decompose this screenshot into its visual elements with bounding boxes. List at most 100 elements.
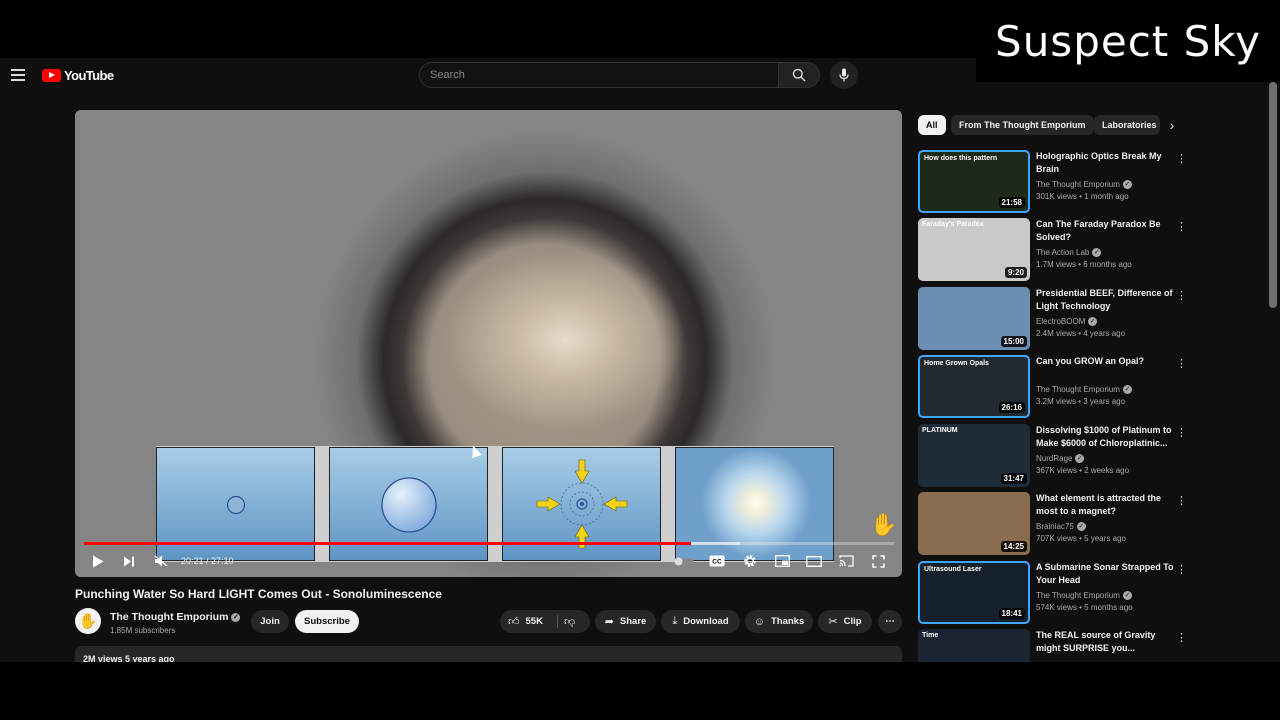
more-options-icon[interactable]: ⋮ <box>1176 220 1187 234</box>
more-options-icon[interactable]: ⋮ <box>1176 152 1187 166</box>
thanks-button[interactable]: ☺ Thanks <box>745 610 813 633</box>
scrollbar[interactable] <box>1269 82 1277 308</box>
verified-badge-icon: ✓ <box>1122 385 1132 395</box>
play-button[interactable] <box>89 550 107 572</box>
related-video-channel[interactable]: Brainiac75 ✓ <box>1036 522 1086 532</box>
next-button[interactable] <box>120 550 138 572</box>
thumbnail-caption: Ultrasound Laser <box>924 566 982 573</box>
channel-name: The Thought Emporium <box>1036 591 1120 600</box>
mute-button[interactable] <box>152 550 170 572</box>
scissors-icon: ✂ <box>828 616 838 628</box>
related-video-item[interactable]: 15:00 Presidential BEEF, Difference of Li… <box>918 287 1188 351</box>
related-video-item[interactable]: Home Grown Opals 26:16 Can you GROW an Opa… <box>918 355 1188 419</box>
chip-all[interactable]: All <box>918 115 946 135</box>
duration-badge: 31:47 <box>1000 473 1027 484</box>
progress-bar[interactable] <box>84 542 894 545</box>
share-button[interactable]: ➦ Share <box>595 610 656 633</box>
top-bar: YouTube <box>0 58 976 92</box>
related-video-channel[interactable]: The Thought Emporium ✓ <box>1036 385 1132 395</box>
miniplayer-button[interactable] <box>773 550 791 572</box>
thumbs-down-icon[interactable]: 👎︎ <box>564 615 575 628</box>
fullscreen-button[interactable] <box>869 550 887 572</box>
more-icon: ⋯ <box>885 616 895 627</box>
like-dislike-group: 👍︎ 55K 👎︎ <box>500 610 590 633</box>
share-label: Share <box>619 616 647 627</box>
more-options-icon[interactable]: ⋮ <box>1176 494 1187 508</box>
time-display: 20:21 / 27:10 <box>181 556 234 566</box>
related-video-channel[interactable]: The Thought Emporium ✓ <box>1036 180 1132 190</box>
search-button[interactable] <box>779 62 820 88</box>
related-video-channel[interactable]: NurdRage ✓ <box>1036 454 1085 464</box>
clip-button[interactable]: ✂ Clip <box>818 610 872 633</box>
more-options-icon[interactable]: ⋮ <box>1176 631 1187 645</box>
channel-name: Brainiac75 <box>1036 522 1074 531</box>
subscribe-button[interactable]: Subscribe <box>295 610 359 633</box>
channel-name-row[interactable]: The Thought Emporium ✓ <box>110 611 241 623</box>
video-thumbnail[interactable]: PLATINUM 31:47 <box>918 424 1030 487</box>
video-thumbnail[interactable]: Home Grown Opals 26:16 <box>918 355 1030 418</box>
download-button[interactable]: ⤓ Download <box>661 610 740 633</box>
video-player[interactable]: ✋ 20:21 / 27:10 CC <box>75 110 902 577</box>
related-video-title[interactable]: What element is attracted the most to a … <box>1036 492 1176 518</box>
chip-from-channel[interactable]: From The Thought Emporium <box>951 115 1094 135</box>
related-video-title[interactable]: The REAL source of Gravity might SURPRIS… <box>1036 629 1176 655</box>
related-video-meta: 1.7M views • 6 months ago <box>1036 260 1132 269</box>
more-options-icon[interactable]: ⋮ <box>1176 289 1187 303</box>
autoplay-toggle[interactable] <box>673 550 695 572</box>
related-video-channel[interactable]: The Action Lab ✓ <box>1036 248 1102 258</box>
download-label: Download <box>683 616 729 627</box>
related-video-item[interactable]: 14:25 What element is attracted the most … <box>918 492 1188 556</box>
more-options-icon[interactable]: ⋮ <box>1176 357 1187 371</box>
youtube-logo[interactable]: YouTube <box>42 67 114 83</box>
related-video-title[interactable]: Presidential BEEF, Difference of Light T… <box>1036 287 1176 313</box>
cast-button[interactable] <box>837 550 855 572</box>
theater-mode-button[interactable] <box>805 550 823 572</box>
more-options-icon[interactable]: ⋮ <box>1176 426 1187 440</box>
description-box[interactable]: 2M views 5 years ago <box>75 646 902 662</box>
related-video-title[interactable]: Can The Faraday Paradox Be Solved? <box>1036 218 1176 244</box>
youtube-app: YouTube Search ✋ 20:21 / 27:10 CC Punchi… <box>0 58 1280 662</box>
play-icon <box>93 555 104 567</box>
fullscreen-icon <box>871 554 885 568</box>
related-video-channel[interactable]: ElectroBOOM ✓ <box>1036 317 1098 327</box>
related-video-title[interactable]: Holographic Optics Break My Brain <box>1036 150 1176 176</box>
thumbnail-caption: PLATINUM <box>922 427 958 434</box>
captions-button[interactable]: CC <box>708 550 726 572</box>
related-video-meta: 574K views • 5 months ago <box>1036 603 1133 612</box>
thumbs-up-icon[interactable]: 👍︎ <box>508 615 520 628</box>
video-thumbnail[interactable]: Time <box>918 629 1030 662</box>
chip-laboratories[interactable]: Laboratories <box>1094 115 1160 135</box>
related-video-title[interactable]: A Submarine Sonar Strapped To Your Head <box>1036 561 1176 587</box>
more-actions-button[interactable]: ⋯ <box>878 610 902 633</box>
settings-button[interactable] <box>741 550 759 572</box>
video-thumbnail[interactable]: Faraday's Paradox 9:20 <box>918 218 1030 281</box>
channel-avatar[interactable]: ✋ <box>75 608 101 634</box>
more-options-icon[interactable]: ⋮ <box>1176 563 1187 577</box>
related-video-item[interactable]: Time The REAL source of Gravity might SUR… <box>918 629 1188 662</box>
related-video-channel[interactable]: The Thought Emporium ✓ <box>1036 591 1132 601</box>
related-video-title[interactable]: Dissolving $1000 of Platinum to Make $60… <box>1036 424 1176 450</box>
video-thumbnail[interactable]: 14:25 <box>918 492 1030 555</box>
voice-search-button[interactable] <box>830 61 858 89</box>
related-video-title[interactable]: Can you GROW an Opal? <box>1036 355 1176 368</box>
like-count[interactable]: 55K <box>526 616 543 627</box>
subscribe-label: Subscribe <box>304 616 350 627</box>
join-button[interactable]: Join <box>251 610 289 633</box>
related-video-item[interactable]: Faraday's Paradox 9:20 Can The Faraday Par… <box>918 218 1188 282</box>
video-thumbnail[interactable]: 15:00 <box>918 287 1030 350</box>
channel-name: The Action Lab <box>1036 248 1090 257</box>
download-icon: ⤓ <box>672 615 678 627</box>
hand-icon: ✋ <box>78 613 98 630</box>
channel-name[interactable]: The Thought Emporium <box>110 611 228 623</box>
related-video-item[interactable]: PLATINUM 31:47 Dissolving $1000 of Platinu… <box>918 424 1188 488</box>
player-controls: 20:21 / 27:10 CC <box>75 550 902 574</box>
related-video-item[interactable]: Ultrasound Laser 18:41 A Submarine Sonar S… <box>918 561 1188 625</box>
video-thumbnail[interactable]: How does this pattern 21:58 <box>918 150 1030 213</box>
channel-watermark-icon[interactable]: ✋ <box>870 512 897 538</box>
subscriber-count: 1.85M subscribers <box>110 626 176 635</box>
related-video-item[interactable]: How does this pattern 21:58 Holographic Op… <box>918 150 1188 214</box>
chevron-right-icon[interactable]: › <box>1164 116 1180 134</box>
search-input[interactable] <box>420 63 778 87</box>
hamburger-menu-icon[interactable] <box>11 69 25 81</box>
video-thumbnail[interactable]: Ultrasound Laser 18:41 <box>918 561 1030 624</box>
